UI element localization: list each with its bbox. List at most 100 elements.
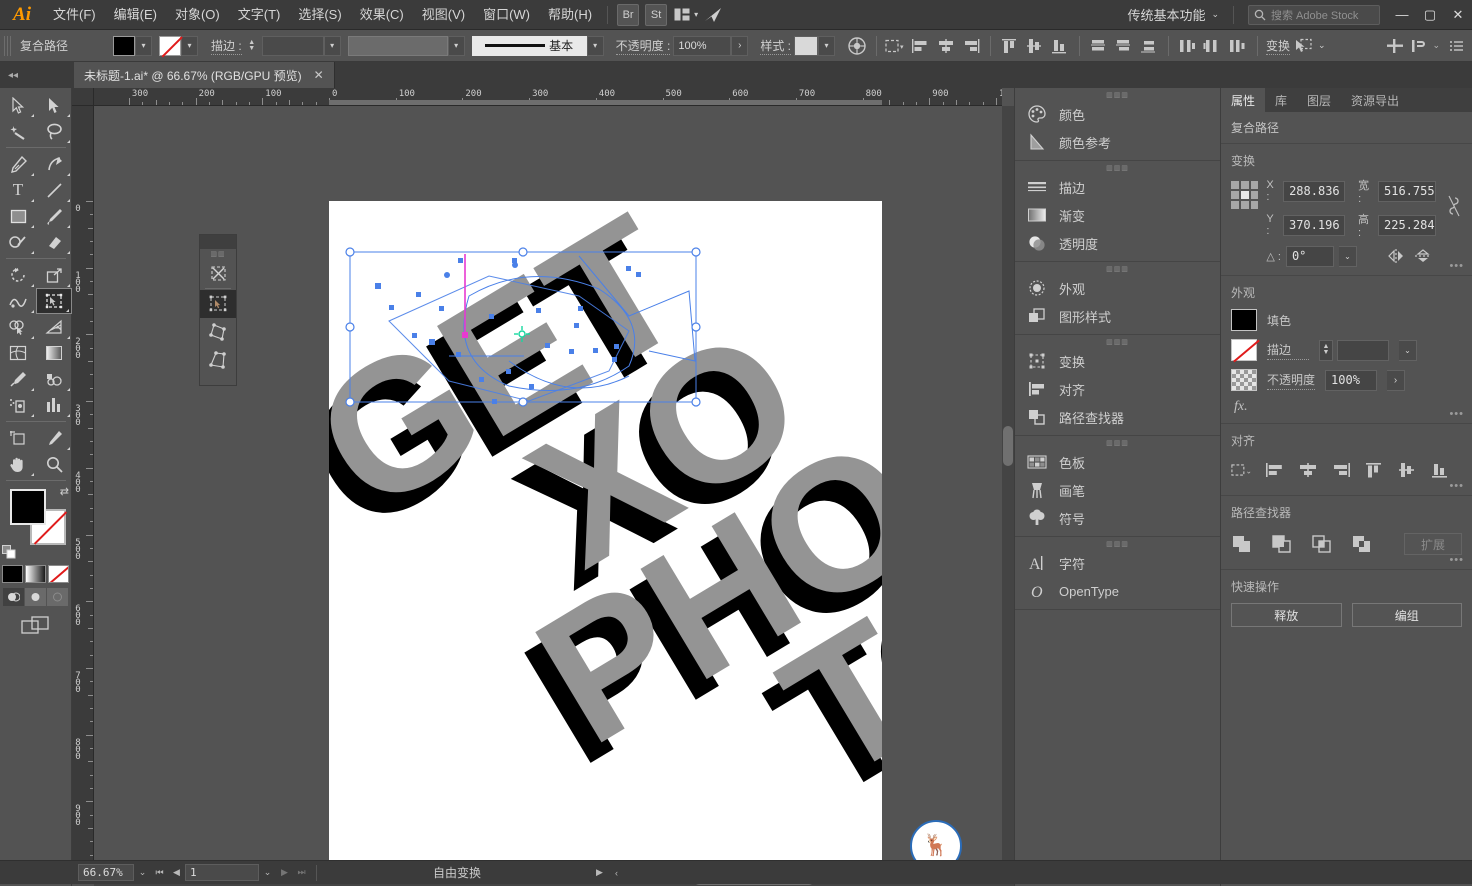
stroke-weight-dropdown-icon[interactable]: ⌄ bbox=[1399, 339, 1417, 361]
dock-item-gradient[interactable]: 渐变 bbox=[1015, 201, 1220, 229]
menu-help[interactable]: 帮助(H) bbox=[539, 0, 601, 30]
dock-item-color-palette[interactable]: 颜色 bbox=[1015, 100, 1220, 128]
artboard-dropdown-icon[interactable]: ⌄ bbox=[259, 864, 276, 882]
dock-item-opentype[interactable]: O OpenType bbox=[1015, 577, 1220, 605]
zoom-level-input[interactable]: 66.67% bbox=[78, 864, 134, 881]
toolbox-fill-swatch[interactable] bbox=[10, 489, 46, 525]
dock-group-grip[interactable]: ▥▥▥ bbox=[1015, 264, 1220, 274]
link-dimensions-button[interactable] bbox=[1446, 195, 1462, 217]
appearance-stroke-weight-input[interactable] bbox=[1337, 339, 1389, 361]
zoom-tool[interactable] bbox=[36, 451, 72, 477]
dock-item-swatches[interactable]: 色板 bbox=[1015, 448, 1220, 476]
dock-item-transform[interactable]: 变换 bbox=[1015, 347, 1220, 375]
dock-item-stroke[interactable]: 描边 bbox=[1015, 173, 1220, 201]
pathfinder-more-options[interactable]: ••• bbox=[1449, 554, 1464, 566]
stroke-dropdown-icon[interactable]: ▾ bbox=[181, 35, 198, 56]
menu-view[interactable]: 视图(V) bbox=[413, 0, 474, 30]
shape-builder-tool[interactable] bbox=[0, 314, 36, 340]
angle-input[interactable]: 0° bbox=[1285, 245, 1334, 267]
flip-vertical-button[interactable] bbox=[1412, 245, 1434, 267]
align-left-button[interactable] bbox=[910, 35, 932, 57]
paintbrush-tool[interactable] bbox=[36, 203, 72, 229]
screen-mode-button[interactable] bbox=[0, 616, 71, 636]
pathfinder-expand-button[interactable]: 扩展 bbox=[1404, 533, 1462, 555]
distribute-bottom-button[interactable] bbox=[1138, 35, 1160, 57]
dock-group-grip[interactable]: ▥▥▥ bbox=[1015, 539, 1220, 549]
dock-item-graphic-styles[interactable]: 图形样式 bbox=[1015, 302, 1220, 330]
recolor-artwork-button[interactable] bbox=[846, 35, 868, 57]
distribute-center-v-button[interactable] bbox=[1113, 35, 1135, 57]
workspace-switcher-label[interactable]: 传统基本功能 bbox=[1121, 5, 1211, 24]
appearance-stroke-swatch[interactable] bbox=[1231, 339, 1257, 361]
tab-libraries[interactable]: 库 bbox=[1265, 88, 1297, 112]
dock-item-brushes[interactable]: 画笔 bbox=[1015, 476, 1220, 504]
widget-titlebar[interactable] bbox=[200, 235, 236, 249]
snap-to-grid-button[interactable] bbox=[1384, 35, 1406, 57]
canvas-scroll-pane[interactable]: GET GET XO XO PHO PHO TO TO bbox=[94, 106, 1002, 874]
stock-search-field[interactable]: 搜索 Adobe Stock bbox=[1248, 4, 1380, 25]
align-left-button[interactable] bbox=[1264, 459, 1286, 481]
canvas-area[interactable]: 3002001000100200300400500600700800900100… bbox=[72, 88, 1014, 886]
stroke-variable-width-input[interactable] bbox=[347, 35, 448, 56]
eyedropper-tool[interactable] bbox=[0, 366, 36, 392]
chevron-down-icon[interactable]: ⌄ bbox=[1432, 40, 1440, 51]
width-tool[interactable] bbox=[0, 288, 36, 314]
appearance-more-options[interactable]: ••• bbox=[1449, 408, 1464, 420]
menu-edit[interactable]: 编辑(E) bbox=[105, 0, 166, 30]
menu-object[interactable]: 对象(O) bbox=[166, 0, 229, 30]
default-fill-stroke-icon[interactable] bbox=[2, 545, 18, 561]
dock-group-grip[interactable]: ▥▥▥ bbox=[1015, 90, 1220, 100]
lasso-tool[interactable] bbox=[36, 118, 72, 144]
artboard-number-input[interactable]: 1 bbox=[185, 864, 259, 881]
swap-fill-stroke-icon[interactable]: ⇄ bbox=[60, 485, 69, 498]
dock-group-grip[interactable]: ▥▥▥ bbox=[1015, 438, 1220, 448]
align-to-selection-button[interactable]: ⌄ bbox=[1231, 459, 1253, 481]
brush-definition-dropdown-icon[interactable]: ▾ bbox=[586, 35, 604, 56]
window-maximize-button[interactable]: ▢ bbox=[1416, 0, 1444, 30]
graphic-style-group[interactable]: ▾ bbox=[794, 35, 836, 56]
gradient-tool[interactable] bbox=[36, 340, 72, 366]
reference-point-selector[interactable] bbox=[1231, 181, 1259, 209]
align-center-horizontal-button[interactable] bbox=[935, 35, 957, 57]
blend-tool[interactable] bbox=[36, 366, 72, 392]
style-label[interactable]: 样式 : bbox=[760, 37, 792, 55]
flip-horizontal-button[interactable] bbox=[1385, 245, 1407, 267]
pathfinder-minus-front-button[interactable] bbox=[1271, 533, 1293, 555]
selection-overlay[interactable] bbox=[329, 201, 882, 874]
dock-item-pathfinder[interactable]: 路径查找器 bbox=[1015, 403, 1220, 431]
dock-group-grip[interactable]: ▥▥▥ bbox=[1015, 337, 1220, 347]
opacity-flyout-icon[interactable]: › bbox=[1387, 369, 1406, 391]
vertical-scrollbar[interactable] bbox=[1002, 106, 1014, 874]
align-right-button[interactable] bbox=[1330, 459, 1352, 481]
arrange-documents-button[interactable]: ▾ bbox=[674, 8, 698, 21]
align-top-button[interactable] bbox=[1363, 459, 1385, 481]
eraser-tool[interactable] bbox=[36, 229, 72, 255]
brush-definition-group[interactable]: 基本 ▾ bbox=[471, 35, 604, 56]
hand-tool[interactable] bbox=[0, 451, 36, 477]
dock-item-color-guide[interactable]: 颜色参考 bbox=[1015, 128, 1220, 156]
artboard[interactable]: GET GET XO XO PHO PHO TO TO bbox=[329, 201, 882, 874]
widget-grip[interactable]: ▥▥ bbox=[200, 249, 236, 259]
shaper-tool[interactable] bbox=[0, 229, 36, 255]
graphic-style-swatch[interactable] bbox=[794, 35, 819, 56]
stroke-weight-dropdown-icon[interactable]: ▾ bbox=[323, 35, 341, 56]
distribute-top-button[interactable] bbox=[1088, 35, 1110, 57]
direct-selection-tool[interactable] bbox=[36, 92, 72, 118]
ruler-corner[interactable] bbox=[72, 88, 94, 106]
vertical-scroll-thumb[interactable] bbox=[1003, 426, 1013, 466]
tab-asset-export[interactable]: 资源导出 bbox=[1341, 88, 1409, 112]
mesh-tool[interactable] bbox=[0, 340, 36, 366]
pathfinder-unite-button[interactable] bbox=[1231, 533, 1253, 555]
gradient-fill-button[interactable] bbox=[25, 565, 46, 583]
free-distort-icon[interactable] bbox=[200, 346, 236, 374]
brush-definition-preview[interactable]: 基本 bbox=[471, 35, 587, 56]
appearance-stroke-label[interactable]: 描边 bbox=[1267, 341, 1309, 360]
none-fill-button[interactable] bbox=[48, 565, 69, 583]
perspective-distort-icon[interactable] bbox=[200, 318, 236, 346]
distribute-right-button[interactable] bbox=[1227, 35, 1249, 57]
draw-behind-button[interactable] bbox=[25, 588, 46, 606]
pathfinder-exclude-button[interactable] bbox=[1351, 533, 1373, 555]
last-artboard-button[interactable]: ⏭ bbox=[293, 864, 310, 882]
magic-wand-tool[interactable] bbox=[0, 118, 36, 144]
opacity-flyout-icon[interactable]: › bbox=[731, 35, 749, 56]
